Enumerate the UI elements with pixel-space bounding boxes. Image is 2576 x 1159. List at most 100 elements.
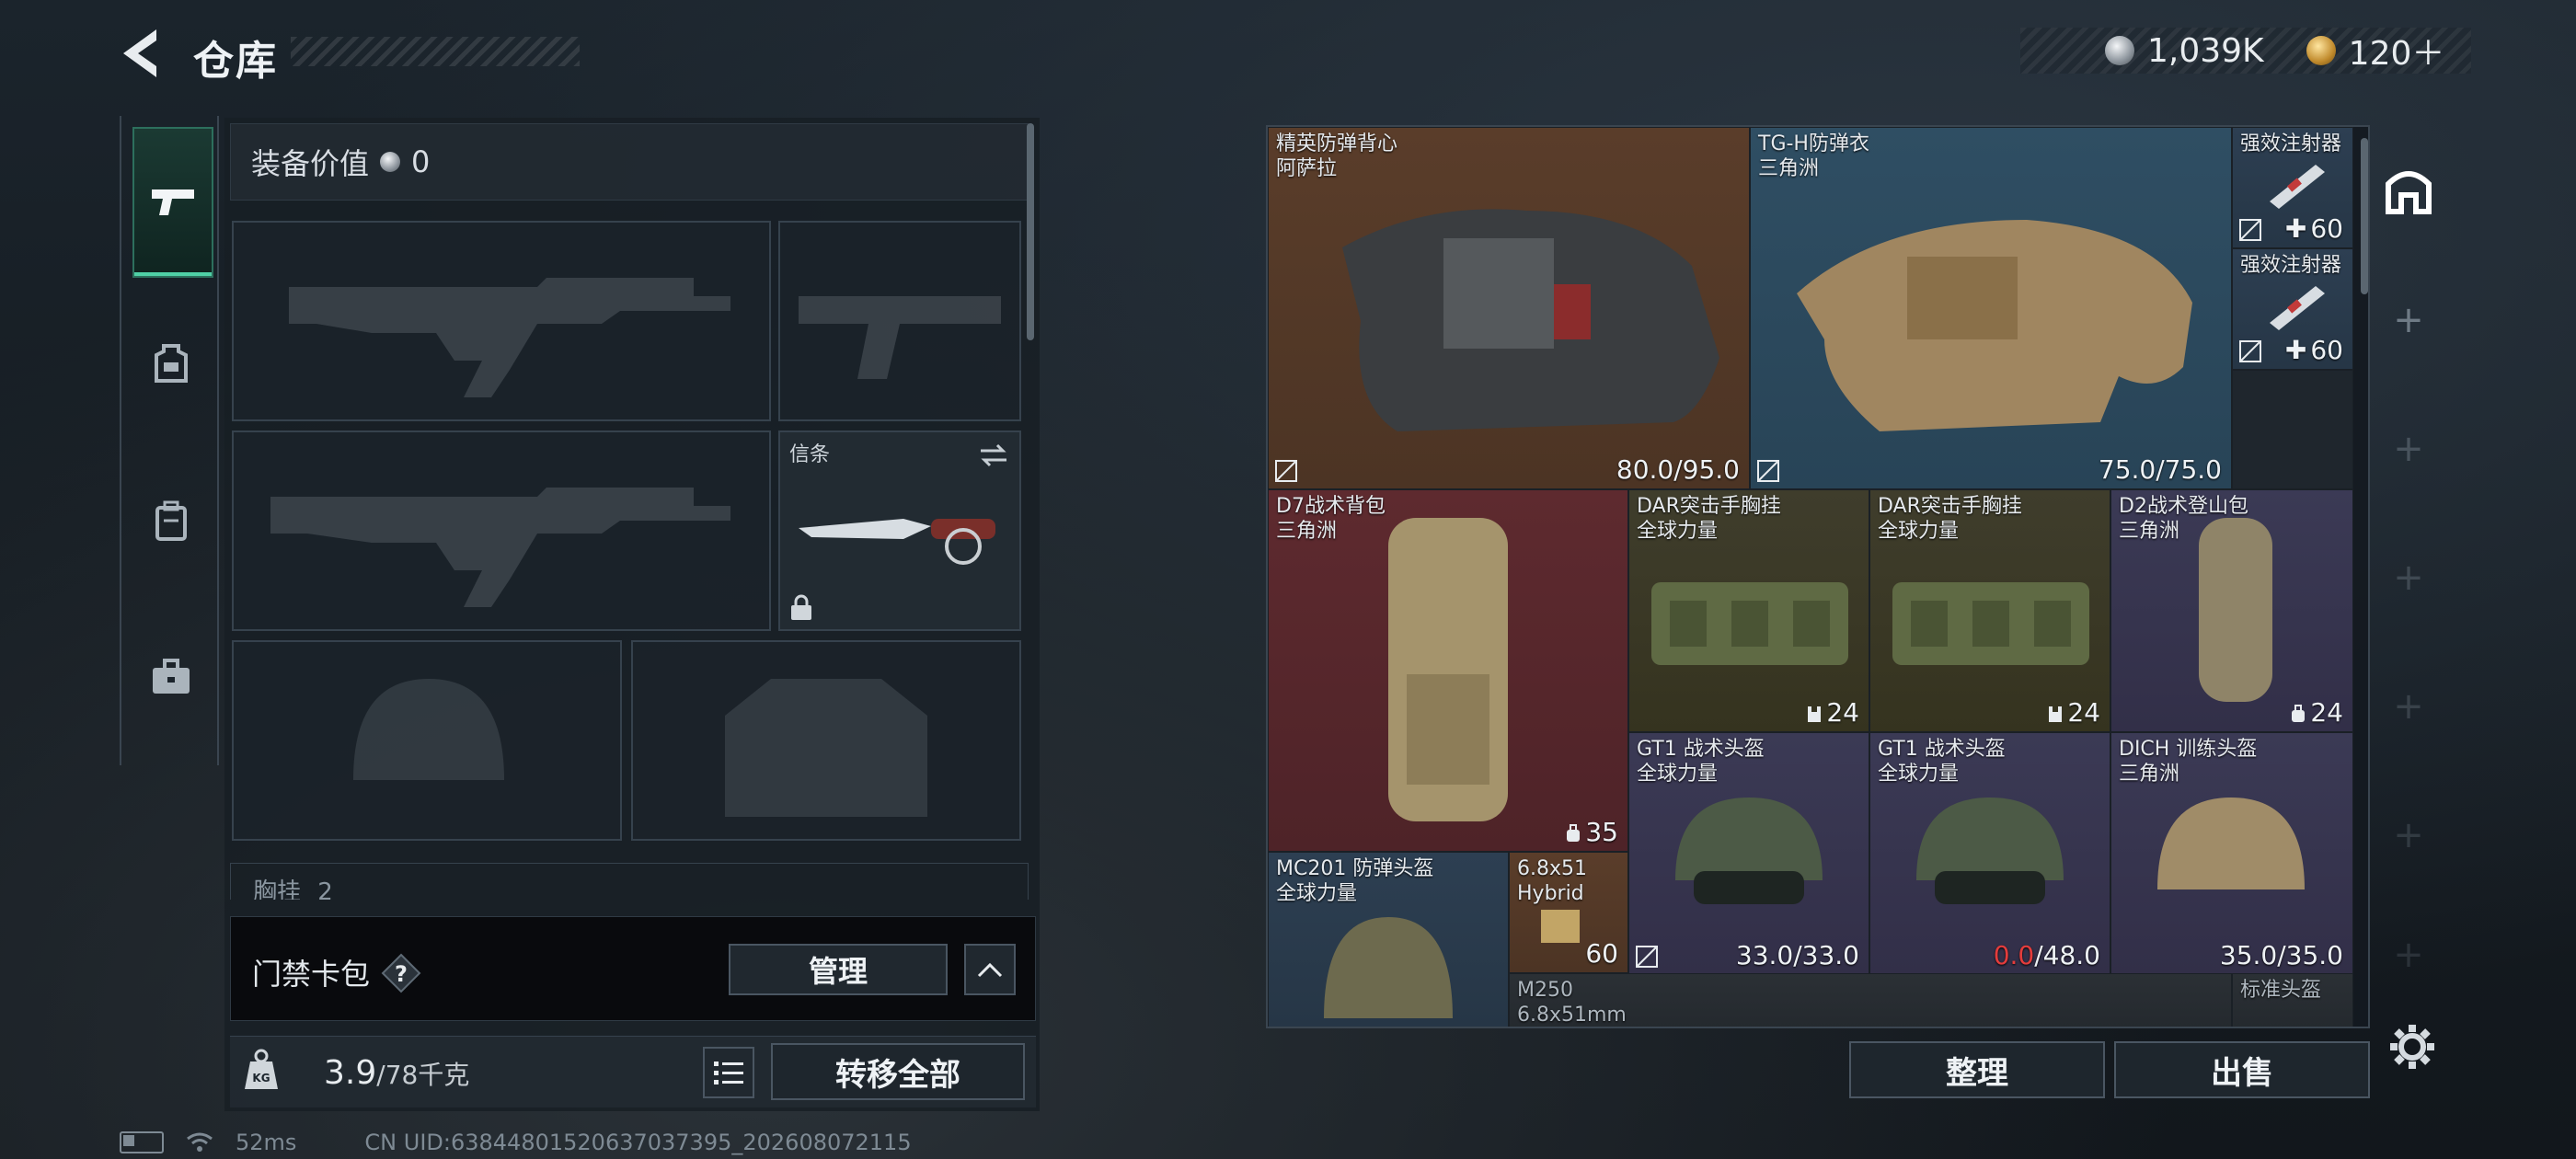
help-icon: ? — [381, 953, 421, 993]
durability-max: /48.0 — [2034, 940, 2100, 970]
sort-button[interactable]: 整理 — [1849, 1041, 2105, 1098]
vest-icon — [1342, 209, 1719, 431]
add-page-button[interactable]: + — [2379, 806, 2438, 865]
primary-weapon-slot[interactable] — [232, 221, 771, 421]
silver-amount: 1,039K — [2147, 31, 2264, 70]
add-page-button[interactable]: + — [2379, 291, 2438, 350]
item-name: 标准头盔 — [2240, 979, 2322, 1002]
item-m250[interactable]: M250 6.8x51mm — [1509, 973, 2232, 1027]
item-value: 24 — [1826, 697, 1859, 728]
item-name: TG-H防弹衣 — [1758, 132, 1869, 155]
capacity-icon — [2292, 705, 2306, 722]
no-insure-icon — [1757, 460, 1779, 482]
rig-capacity-icon — [1808, 706, 1822, 722]
swap-icon[interactable] — [977, 442, 1010, 469]
tab-weapons[interactable] — [132, 127, 213, 278]
helmet-icon — [2157, 798, 2305, 889]
sell-button[interactable]: 出售 — [2114, 1041, 2370, 1098]
equip-value-label: 装备价值 — [251, 146, 370, 181]
item-injector[interactable]: 强效注射器 ✚ 60 — [2232, 248, 2353, 370]
tab-armor[interactable] — [132, 291, 210, 438]
item-sub: 全球力量 — [1637, 520, 1719, 543]
empty-cell[interactable] — [2232, 370, 2353, 489]
sidearm-slot[interactable] — [778, 221, 1021, 421]
item-name: GT1 战术头盔 — [1637, 738, 1765, 761]
melee-slot-label: 信条 — [789, 443, 831, 466]
ammo-box-icon — [1541, 910, 1580, 943]
pistol-silhouette-icon — [799, 296, 1001, 379]
item-standard-helmet[interactable]: 标准头盔 — [2232, 973, 2353, 1027]
body-armor-slot[interactable] — [631, 640, 1021, 841]
item-ammo-6.8x51[interactable]: 6.8x51 Hybrid 60 — [1509, 852, 1628, 973]
item-dar-rig[interactable]: DAR突击手胸挂 全球力量 24 — [1869, 489, 2110, 732]
manage-button[interactable]: 管理 — [729, 944, 948, 995]
pistol-icon — [152, 189, 194, 215]
page-title: 仓库 — [193, 38, 278, 85]
equip-value: 0 — [411, 144, 431, 179]
category-tabs — [120, 116, 219, 765]
silver-coin-icon — [380, 152, 401, 172]
status-bar: 52ms CN UID:6384480152063703​7395_202608… — [120, 1130, 912, 1155]
add-page-button[interactable]: + — [2379, 548, 2438, 607]
premium-coin-icon — [2306, 36, 2336, 65]
add-page-button[interactable]: + — [2379, 677, 2438, 736]
helmet-icon — [1916, 798, 2064, 904]
no-insure-icon — [2239, 219, 2261, 241]
no-insure-icon — [1636, 946, 1658, 968]
item-elite-vest[interactable]: 精英防弹背心 阿萨拉 80.0/95.0 — [1268, 127, 1750, 489]
weight-readout: 3.9/78千克 — [324, 1054, 469, 1092]
battery-icon — [120, 1131, 164, 1153]
lock-icon — [791, 594, 811, 620]
item-name: 6.8x51 — [1517, 857, 1588, 880]
item-injector[interactable]: 强效注射器 ✚ 60 — [2232, 127, 2353, 248]
armor-icon — [155, 344, 188, 383]
settings-button[interactable] — [2386, 1021, 2438, 1073]
syringe-icon — [2270, 286, 2325, 330]
item-value: 60 — [2310, 213, 2343, 244]
item-name: DAR突击手胸挂 — [1637, 495, 1781, 518]
premium-amount[interactable]: 120＋ — [2349, 27, 2445, 75]
item-tgh-armor[interactable]: TG-H防弹衣 三角洲 75.0/75.0 — [1750, 127, 2232, 489]
tab-backpack[interactable] — [132, 447, 210, 594]
chevron-up-icon — [977, 962, 1003, 978]
rig-capacity-icon — [2049, 706, 2063, 722]
item-gt1-helmet[interactable]: GT1 战术头盔 全球力量 0.0/48.0 — [1869, 732, 2110, 975]
chest-rig-row[interactable]: 胸挂 2 — [230, 863, 1029, 900]
help-button[interactable]: ? — [381, 953, 421, 993]
chest-rig-count: 2 — [317, 878, 333, 900]
armor-silhouette-icon — [725, 679, 927, 817]
briefcase-icon — [153, 659, 190, 694]
loadout-scrollbar[interactable] — [1027, 123, 1034, 340]
warehouse-scrollbar[interactable] — [2361, 138, 2368, 294]
tab-case[interactable] — [132, 603, 210, 751]
wifi-icon — [187, 1132, 213, 1152]
weight-max: /78千克 — [376, 1060, 470, 1090]
weight-icon: KG — [241, 1049, 282, 1093]
chest-rig-label: 胸挂 — [253, 878, 302, 900]
item-dar-rig[interactable]: DAR突击手胸挂 全球力量 24 — [1628, 489, 1869, 732]
item-dich-helmet[interactable]: DICH 训练头盔 三角洲 35.0/35.0 — [2110, 732, 2353, 975]
item-gt1-helmet[interactable]: GT1 战术头盔 全球力量 33.0/33.0 — [1628, 732, 1869, 975]
plus-icon: ✚ — [2284, 335, 2307, 365]
secondary-weapon-slot[interactable] — [232, 430, 771, 631]
stash-page-button[interactable] — [2379, 162, 2438, 221]
back-button[interactable] — [116, 26, 164, 81]
item-sub: 全球力量 — [1878, 520, 1960, 543]
helmet-slot[interactable] — [232, 640, 622, 841]
list-view-button[interactable] — [703, 1047, 754, 1098]
expand-button[interactable] — [964, 944, 1016, 995]
melee-slot[interactable]: 信条 — [778, 430, 1021, 631]
silver-coin-icon — [2105, 36, 2134, 65]
helmet-icon — [1324, 917, 1453, 1018]
rifle-silhouette-icon — [270, 488, 730, 607]
item-d7-backpack[interactable]: D7战术背包 三角洲 35 — [1268, 489, 1628, 852]
item-d2-pack[interactable]: D2战术登山包 三角洲 24 — [2110, 489, 2353, 732]
transfer-all-button[interactable]: 转移全部 — [771, 1043, 1025, 1100]
add-page-button[interactable]: + — [2379, 925, 2438, 984]
item-mc201-helmet[interactable]: MC201 防弹头盔 全球力量 — [1268, 852, 1509, 1027]
svg-text:KG: KG — [252, 1072, 270, 1084]
add-page-button[interactable]: + — [2379, 419, 2438, 478]
warehouse-grid: 精英防弹背心 阿萨拉 80.0/95.0 TG-H防弹衣 三角洲 75.0/75.0… — [1266, 125, 2370, 1028]
back-arrow-icon — [123, 29, 156, 77]
item-name: 精英防弹背心 — [1276, 132, 1398, 155]
